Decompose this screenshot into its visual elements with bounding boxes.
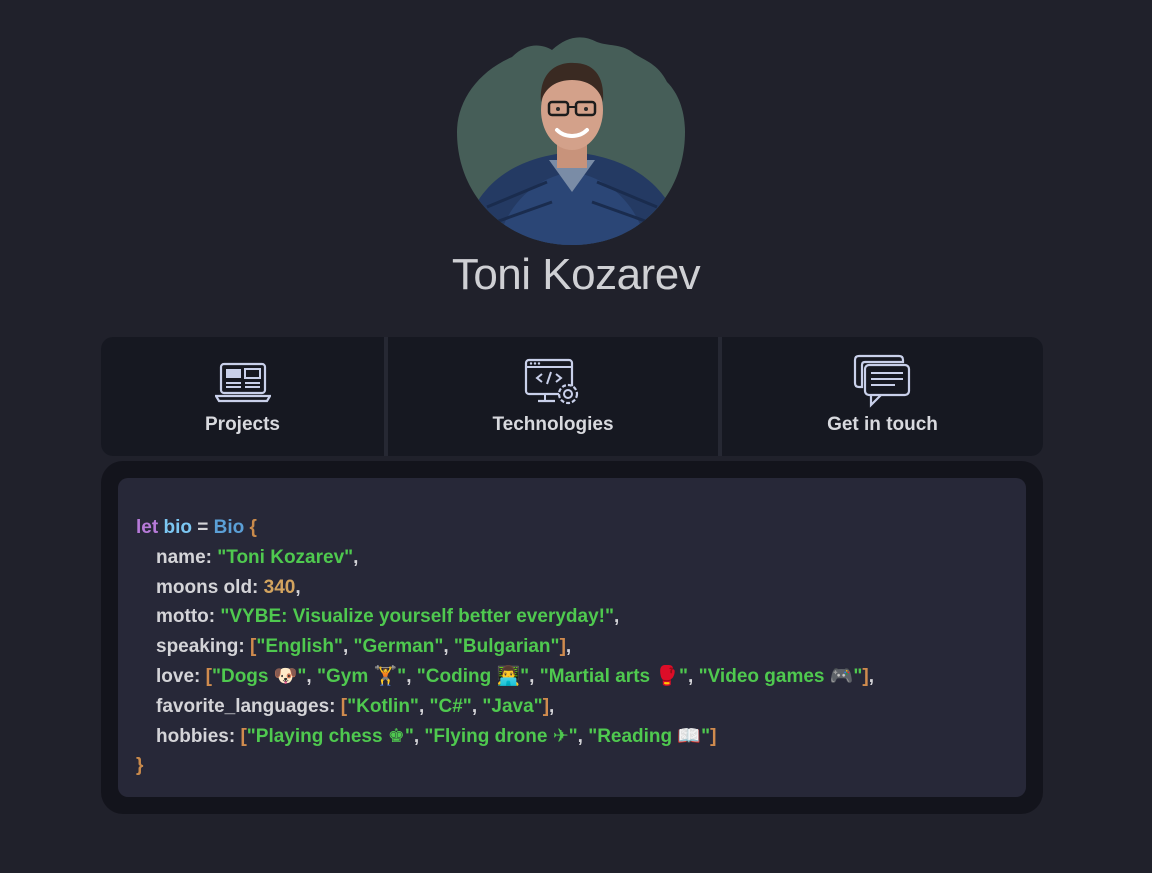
code-line-love: love: ["Dogs 🐶", "Gym 🏋", "Coding 👨‍💻", … [156,665,875,687]
code-key: motto: [156,606,216,628]
nav-bar: Projects Technologies Get in touch [101,337,1043,456]
chat-icon [853,354,913,410]
code-string: "Reading 📖" [588,725,711,747]
code-key: speaking: [156,636,245,658]
code-line-speaking: speaking: ["English", "German", "Bulgari… [156,636,572,658]
code-line-languages: favorite_languages: ["Kotlin", "C#", "Ja… [156,695,555,717]
code-string: "Dogs 🐶" [211,665,307,687]
code-line-motto: motto: "VYBE: Visualize yourself better … [156,606,620,628]
code-key: love: [156,665,201,687]
code-string: "Playing chess ♚" [246,725,414,747]
code-string: "Martial arts 🥊" [539,665,689,687]
code-key: moons old: [156,576,259,598]
nav-label-projects: Projects [205,414,280,435]
code-number: 340 [263,576,296,598]
code-line-close: } [136,751,1026,781]
nav-label-get-in-touch: Get in touch [827,414,938,435]
code-settings-icon [523,354,583,410]
nav-item-technologies[interactable]: Technologies [388,337,718,456]
laptop-icon [214,354,271,410]
code-open-brace: { [249,517,257,538]
code-string: "C#" [429,695,472,717]
code-key: name: [156,546,212,568]
code-line-name: name: "Toni Kozarev", [156,546,359,568]
code-string: "English" [256,636,343,658]
code-key: hobbies: [156,725,236,747]
code-string: "Coding 👨‍💻" [416,665,530,687]
code-line-declaration: let bio = Bio { [136,513,1026,543]
code-string: "Kotlin" [347,695,419,717]
code-variable: bio [163,517,192,538]
page: Toni Kozarev Projects Technologies Get i… [0,0,1152,873]
code-string: "Toni Kozarev" [217,546,354,568]
avatar [457,32,687,245]
code-string: "German" [353,636,444,658]
code-string: "Bulgarian" [453,636,560,658]
code-string: "Gym 🏋" [316,665,407,687]
code-string: "Video games 🎮" [698,665,863,687]
code-string: "Flying drone ✈" [424,725,578,747]
code-string: "VYBE: Visualize yourself better everyda… [220,606,614,628]
code-string: "Java" [482,695,543,717]
nav-label-technologies: Technologies [492,414,614,435]
nav-item-get-in-touch[interactable]: Get in touch [722,337,1043,456]
code-key: favorite_languages: [156,695,336,717]
code-type: Bio [213,517,245,538]
profile-name: Toni Kozarev [451,250,701,299]
code-line-moons: moons old: 340, [156,576,301,598]
code-line-hobbies: hobbies: ["Playing chess ♚", "Flying dro… [156,725,717,747]
nav-item-projects[interactable]: Projects [101,337,384,456]
bio-card: let bio = Bio { name: "Toni Kozarev", mo… [101,461,1043,814]
code-close-brace: } [136,755,144,777]
bio-code-block: let bio = Bio { name: "Toni Kozarev", mo… [118,478,1026,797]
code-keyword: let [136,517,159,538]
code-equals: = [197,517,209,538]
